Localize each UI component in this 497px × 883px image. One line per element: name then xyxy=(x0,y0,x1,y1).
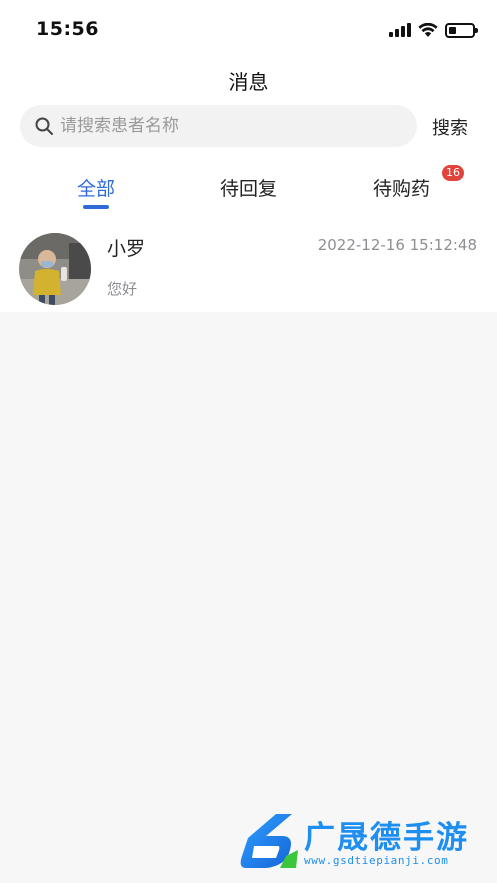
cellular-signal-icon xyxy=(389,23,411,37)
watermark: 广晟德手游 www.gsdtiepianji.com xyxy=(236,810,494,872)
page-title: 消息 xyxy=(228,70,269,94)
tab-all[interactable]: 全部 xyxy=(77,174,115,201)
search-box[interactable] xyxy=(20,105,417,147)
tab-active-indicator xyxy=(83,205,109,209)
search-input[interactable] xyxy=(60,116,390,136)
tab-pending-purchase[interactable]: 待购药 xyxy=(373,174,430,201)
status-icons xyxy=(389,20,478,40)
message-timestamp: 2022-12-16 15:12:48 xyxy=(317,236,477,254)
message-preview: 您好 xyxy=(107,280,138,298)
battery-level xyxy=(449,26,456,34)
wifi-icon xyxy=(418,22,438,37)
watermark-url: www.gsdtiepianji.com xyxy=(304,854,449,867)
search-button[interactable]: 搜索 xyxy=(432,114,468,140)
avatar-photo xyxy=(19,233,91,305)
message-sender-name: 小罗 xyxy=(107,238,146,260)
tab-pending-reply[interactable]: 待回复 xyxy=(220,174,277,201)
search-icon xyxy=(35,117,53,135)
pending-purchase-badge: 16 xyxy=(442,165,464,181)
battery-icon xyxy=(445,22,478,38)
avatar xyxy=(19,233,91,305)
status-time: 15:56 xyxy=(36,18,99,40)
messages-screen: 15:56 消息 搜索 全部 待回复 待购药 16 xyxy=(0,0,497,883)
watermark-text: 广晟德手游 xyxy=(304,820,469,856)
watermark-logo-icon xyxy=(240,814,298,868)
